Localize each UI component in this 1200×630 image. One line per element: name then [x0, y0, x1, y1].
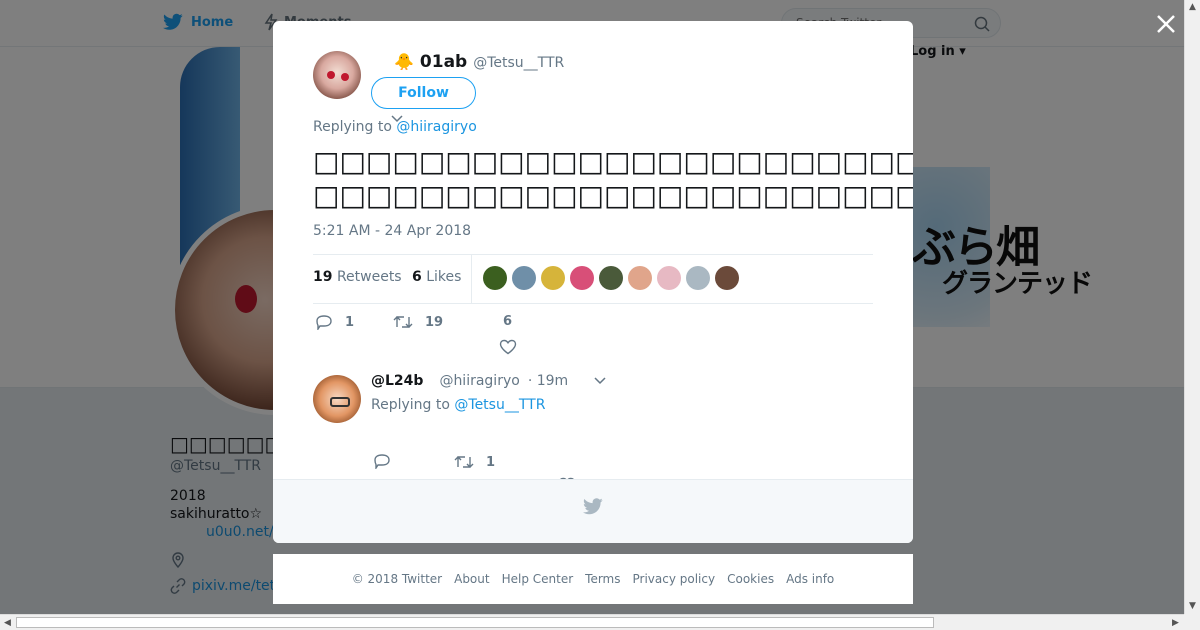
reply-author-name[interactable]: @L24b — [371, 373, 423, 389]
tweet-text: □□□□□□□□□□□□□□□□□□□□□□□ □□□□□□□□□□□□□□□□□… — [313, 145, 913, 213]
reply-time[interactable]: · 19m — [528, 373, 568, 389]
liker-avatar[interactable] — [512, 266, 536, 290]
replying-to-link[interactable]: @hiiragiryo — [396, 119, 476, 135]
stats-divider — [471, 255, 472, 303]
reply-retweet-action[interactable]: 1 — [454, 454, 495, 470]
reply-icon — [316, 315, 332, 330]
like-count: 6 — [503, 314, 513, 329]
scrollbar-corner — [1184, 614, 1200, 630]
tweet-text-line: □□□□□□□□□□□□□□□□□□□□□□□□□ — [313, 179, 913, 212]
footer-link[interactable]: Cookies — [727, 572, 774, 586]
tweet-author-handle: @Tetsu__TTR — [473, 55, 565, 71]
reply-action[interactable]: 1 — [315, 314, 354, 330]
retweet-icon — [393, 316, 413, 328]
tweet-author-name: 01ab — [419, 52, 468, 72]
reply-count: 1 — [345, 314, 355, 330]
scroll-down-arrow-icon[interactable]: ▼ — [1189, 601, 1196, 611]
vertical-scrollbar[interactable]: ▲ ▼ — [1184, 0, 1200, 614]
tweet-author[interactable]: 🐥 01ab @Tetsu__TTR — [394, 52, 564, 72]
reply-icon[interactable] — [373, 453, 391, 469]
retweet-count: 19 — [425, 314, 444, 330]
replying-prefix: Replying to — [313, 119, 392, 135]
liker-avatar[interactable] — [715, 266, 739, 290]
footer-link[interactable]: Ads info — [786, 572, 834, 586]
heart-icon[interactable] — [499, 339, 517, 355]
liker-avatar[interactable] — [686, 266, 710, 290]
scroll-up-arrow-icon[interactable]: ▲ — [1189, 2, 1196, 12]
chevron-down-icon[interactable] — [594, 377, 606, 385]
follow-button[interactable]: Follow — [371, 77, 476, 109]
site-footer: © 2018 Twitter About Help Center Terms Priva… — [273, 554, 913, 604]
tweet-author-avatar[interactable] — [313, 51, 361, 99]
footer-link[interactable]: Privacy policy — [633, 572, 716, 586]
reply-replying-prefix: Replying to — [371, 397, 450, 413]
liker-avatar[interactable] — [657, 266, 681, 290]
liker-avatar[interactable] — [570, 266, 594, 290]
likers-avatars — [483, 266, 739, 290]
retweet-icon — [454, 456, 474, 468]
tweet-actions: 1 19 6 — [313, 314, 873, 355]
liker-avatar[interactable] — [541, 266, 565, 290]
horizontal-scrollbar[interactable]: ◀ ▶ — [0, 614, 1184, 630]
retweets-stat[interactable]: 19 Retweets — [313, 269, 402, 285]
twitter-bird-icon — [583, 498, 603, 515]
horizontal-scroll-thumb[interactable] — [16, 617, 934, 628]
tweet-text-line: □□□□□□□□□□□□□□□□□□□□□□□□□□□□□□□□□□□□□□□□… — [313, 145, 913, 178]
reply-header: @L24b @hiiragiryo · 19m — [371, 373, 568, 389]
footer-link[interactable]: Terms — [585, 572, 620, 586]
tweet-permalink-modal: 🐥 01ab @Tetsu__TTR Follow Replying to @h… — [273, 21, 913, 543]
reply-actions: 1 — [371, 453, 771, 493]
reply-retweet-count: 1 — [486, 454, 496, 470]
tweet-stats: 19 Retweets 6 Likes — [313, 254, 873, 304]
replying-to: Replying to @hiiragiryo — [313, 119, 477, 135]
tweet-timestamp[interactable]: 5:21 AM - 24 Apr 2018 — [313, 223, 471, 239]
footer-link[interactable]: About — [454, 572, 489, 586]
reply-author-handle[interactable]: @hiiragiryo — [439, 373, 519, 389]
scroll-left-arrow-icon[interactable]: ◀ — [4, 618, 11, 628]
modal-footer — [273, 479, 913, 543]
chick-emoji: 🐥 — [394, 52, 414, 71]
reply-replying-to-link[interactable]: @Tetsu__TTR — [454, 397, 545, 413]
reply-replying-to: Replying to @Tetsu__TTR — [371, 397, 545, 413]
scroll-right-arrow-icon[interactable]: ▶ — [1172, 618, 1179, 628]
liker-avatar[interactable] — [483, 266, 507, 290]
liker-avatar[interactable] — [628, 266, 652, 290]
like-count-label: 6 — [503, 314, 512, 329]
reply-author-avatar[interactable] — [313, 375, 361, 423]
footer-link[interactable]: Help Center — [502, 572, 574, 586]
retweet-action[interactable]: 19 — [393, 314, 443, 330]
close-icon[interactable] — [1153, 11, 1179, 37]
footer-link: © 2018 Twitter — [351, 572, 443, 586]
likes-stat[interactable]: 6 Likes — [412, 269, 461, 285]
liker-avatar[interactable] — [599, 266, 623, 290]
